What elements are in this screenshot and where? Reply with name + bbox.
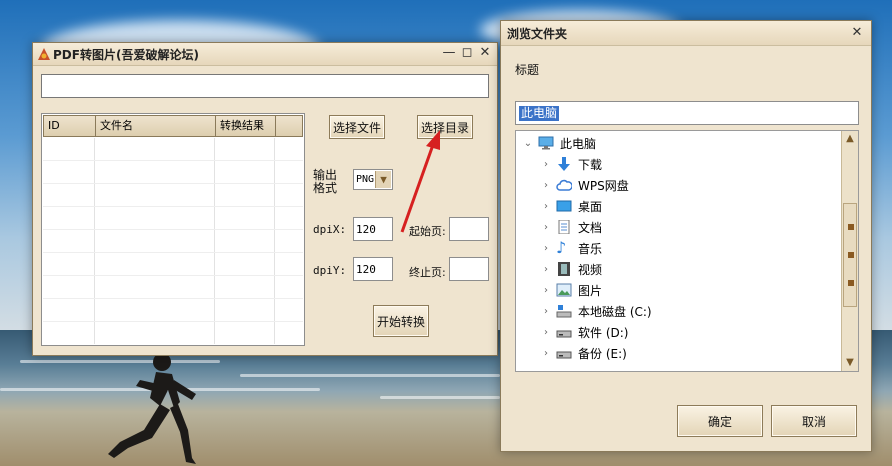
tree-item-label: 软件 (D:): [578, 325, 629, 340]
desktop-icon: [556, 199, 572, 213]
chevron-right-icon[interactable]: ›: [540, 222, 552, 233]
maximize-icon[interactable]: ◻: [459, 45, 475, 61]
end-page-label: 终止页:: [409, 266, 446, 279]
column-header-id[interactable]: ID: [43, 115, 95, 137]
tree-item-label: 备份 (E:): [578, 346, 627, 361]
drive-icon: [556, 325, 572, 339]
start-page-field[interactable]: [449, 217, 489, 241]
tree-item-music[interactable]: › ♪ 音乐: [540, 238, 602, 258]
tree-item-label: 图片: [578, 283, 603, 298]
selected-folder-text: 此电脑: [519, 106, 560, 121]
chevron-right-icon[interactable]: ›: [540, 348, 552, 359]
scrollbar-thumb[interactable]: [843, 203, 857, 307]
chevron-right-icon[interactable]: ›: [540, 264, 552, 275]
system-drive-icon: [556, 304, 572, 318]
tree-item-documents[interactable]: › 文档: [540, 217, 602, 237]
tree-item-downloads[interactable]: › 下载: [540, 154, 602, 174]
close-icon[interactable]: ✕: [477, 45, 493, 61]
tree-item-drive-e[interactable]: › 备份 (E:): [540, 343, 627, 363]
dpiy-field[interactable]: [353, 257, 393, 281]
tree-item-desktop[interactable]: › 桌面: [540, 196, 602, 216]
chevron-right-icon[interactable]: ›: [540, 243, 552, 254]
chevron-right-icon[interactable]: ›: [540, 327, 552, 338]
tree-item-label: 桌面: [578, 199, 603, 214]
table-header: ID 文件名 转换结果: [43, 115, 303, 137]
dialog-caption: 标题: [515, 63, 540, 77]
chevron-right-icon[interactable]: ›: [540, 285, 552, 296]
tree-item-label: 下载: [578, 157, 603, 172]
output-format-select[interactable]: PNG ▼: [353, 169, 393, 190]
column-header-result[interactable]: 转换结果: [215, 115, 275, 137]
music-note-icon: ♪: [556, 238, 567, 257]
document-icon: [556, 219, 572, 235]
chevron-down-icon[interactable]: ⌄: [522, 138, 534, 149]
picture-icon: [556, 283, 572, 297]
column-header-filename[interactable]: 文件名: [95, 115, 215, 137]
file-table[interactable]: ID 文件名 转换结果: [41, 113, 305, 346]
tree-item-label: 音乐: [578, 241, 603, 256]
browse-folder-dialog: 浏览文件夹 ✕ 标题 此电脑 ⌄ 此电脑 › 下载 › WPS网盘 › 桌面 ›…: [500, 20, 872, 452]
annotation-arrow-icon: [400, 130, 440, 233]
tree-item-label: 此电脑: [560, 136, 597, 151]
tree-item-videos[interactable]: › 视频: [540, 259, 602, 279]
selected-folder-field[interactable]: 此电脑: [515, 101, 859, 125]
app-icon: [38, 48, 50, 60]
start-convert-button[interactable]: 开始转换: [373, 305, 429, 337]
dpix-label: dpiX:: [313, 223, 347, 236]
download-arrow-icon: [556, 157, 572, 171]
film-icon: [556, 262, 572, 276]
dpiy-label: dpiY:: [313, 264, 347, 277]
main-titlebar: PDF转图片(吾爱破解论坛) — ◻ ✕: [33, 43, 497, 66]
tree-item-label: 文档: [578, 220, 603, 235]
minimize-icon[interactable]: —: [441, 45, 457, 61]
tree-item-drive-d[interactable]: › 软件 (D:): [540, 322, 628, 342]
dialog-titlebar: 浏览文件夹 ✕: [501, 21, 871, 46]
chevron-right-icon[interactable]: ›: [540, 201, 552, 212]
ok-button[interactable]: 确定: [677, 405, 763, 437]
tree-item-this-pc[interactable]: ⌄ 此电脑: [522, 133, 596, 153]
close-icon[interactable]: ✕: [849, 25, 865, 41]
drive-icon: [556, 346, 572, 360]
tree-item-label: 本地磁盘 (C:): [578, 304, 652, 319]
end-page-field[interactable]: [449, 257, 489, 281]
select-file-button[interactable]: 选择文件: [329, 115, 385, 139]
computer-icon: [538, 136, 554, 150]
output-format-value: PNG: [356, 174, 375, 185]
pdf-path-field[interactable]: [41, 74, 489, 98]
main-window-title: PDF转图片(吾爱破解论坛): [53, 48, 199, 62]
tree-scrollbar[interactable]: ▲ ▼: [841, 131, 858, 371]
chevron-right-icon[interactable]: ›: [540, 306, 552, 317]
tree-item-wps-cloud[interactable]: › WPS网盘: [540, 175, 629, 195]
chevron-right-icon[interactable]: ›: [540, 180, 552, 191]
scroll-up-icon[interactable]: ▲: [843, 132, 857, 146]
tree-item-label: WPS网盘: [578, 178, 629, 193]
tree-item-pictures[interactable]: › 图片: [540, 280, 602, 300]
output-format-label: 输出格式: [313, 168, 338, 195]
cancel-button[interactable]: 取消: [771, 405, 857, 437]
dpix-field[interactable]: [353, 217, 393, 241]
scroll-down-icon[interactable]: ▼: [843, 356, 857, 370]
folder-tree[interactable]: ⌄ 此电脑 › 下载 › WPS网盘 › 桌面 › 文档 › ♪ 音乐 › 视频…: [515, 130, 859, 372]
dialog-title: 浏览文件夹: [507, 27, 568, 41]
tree-item-label: 视频: [578, 262, 603, 277]
runner-silhouette: [108, 353, 196, 464]
column-header-spare: [275, 115, 303, 137]
cloud-icon: [556, 178, 573, 192]
dropdown-arrow-icon[interactable]: ▼: [375, 171, 391, 188]
tree-item-drive-c[interactable]: › 本地磁盘 (C:): [540, 301, 652, 321]
chevron-right-icon[interactable]: ›: [540, 159, 552, 170]
